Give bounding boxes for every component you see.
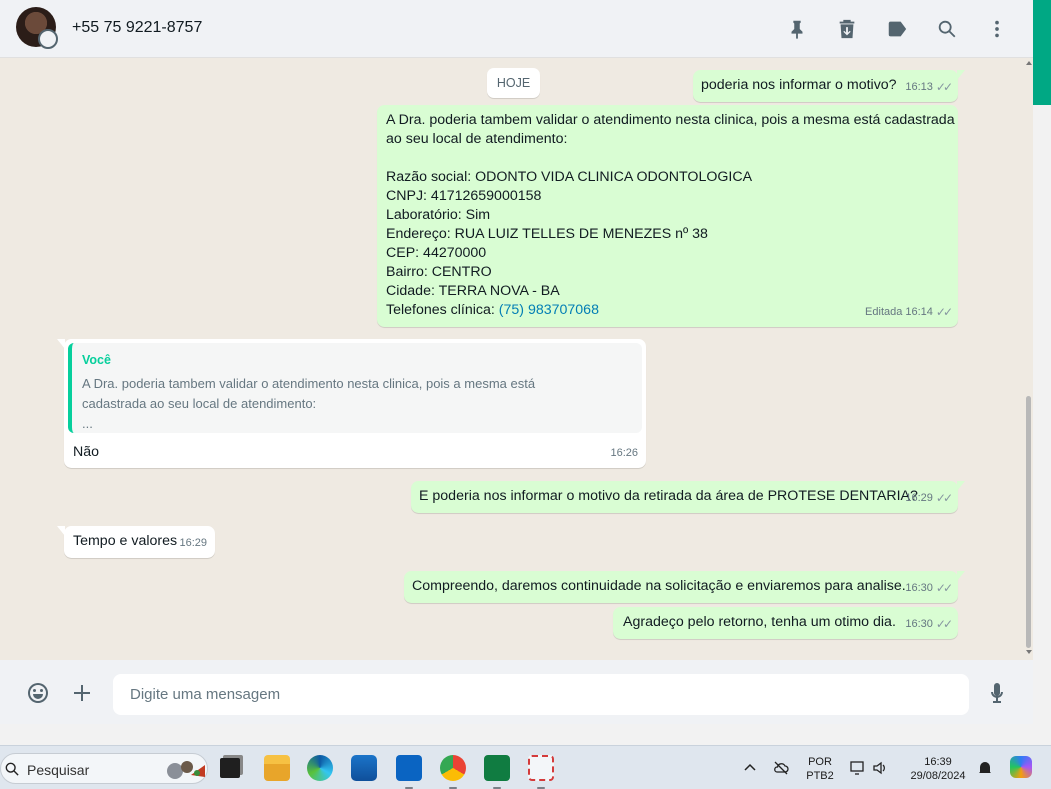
search-icon[interactable]: [934, 16, 960, 42]
bubble-tail: [957, 481, 965, 491]
chevron-up-icon[interactable]: [741, 759, 759, 777]
phone-link[interactable]: (75) 983707068: [499, 302, 599, 318]
message-in[interactable]: Você A Dra. poderia tambem validar o ate…: [57, 339, 646, 468]
scrollbar-thumb[interactable]: [1026, 396, 1031, 648]
status-badge: [38, 29, 58, 49]
message-body: A Dra. poderia tambem validar o atendime…: [386, 112, 955, 299]
message-in[interactable]: Tempo e valores 16:29: [57, 526, 215, 558]
clock[interactable]: 16:39 29/08/2024: [900, 755, 976, 783]
message-out[interactable]: Agradeço pelo retorno, tenha um otimo di…: [613, 607, 958, 639]
bubble-tail: [957, 70, 965, 80]
message-meta: 16:13 ✓✓: [905, 78, 953, 97]
message-meta: 16:26: [610, 444, 638, 463]
message-out[interactable]: A Dra. poderia tambem validar o atendime…: [377, 105, 958, 327]
message-meta: Editada 16:14 ✓✓: [865, 303, 953, 322]
message-meta: 16:29: [179, 534, 207, 553]
excel-icon[interactable]: [484, 755, 510, 781]
phone-label: Telefones clínica:: [386, 302, 499, 318]
attach-plus-icon[interactable]: [69, 680, 95, 706]
message-text: Não: [73, 444, 100, 460]
windows-taskbar: Pesquisar POR PTB2 16:39 29/08/2024: [0, 745, 1051, 789]
bubble-tail: [957, 571, 965, 581]
cloud-offline-icon[interactable]: [772, 759, 790, 777]
language-line2: PTB2: [806, 770, 834, 782]
compose-bar: [0, 660, 1033, 724]
copilot-icon[interactable]: [1010, 756, 1032, 778]
menu-icon[interactable]: [984, 16, 1010, 42]
accent-strip: [1033, 0, 1051, 105]
message-text: Compreendo, daremos continuidade na soli…: [412, 578, 906, 594]
message-meta: 16:30 ✓✓: [905, 615, 953, 634]
read-ticks-icon: ✓✓: [935, 491, 953, 505]
taskbar-search[interactable]: Pesquisar: [0, 753, 208, 784]
window-edge: [1033, 0, 1051, 745]
task-view-icon[interactable]: [220, 758, 240, 778]
pin-icon[interactable]: [784, 16, 810, 42]
label-icon[interactable]: [884, 16, 910, 42]
message-list[interactable]: HOJE poderia nos informar o motivo? 16:1…: [0, 58, 1024, 660]
chrome-icon[interactable]: [440, 755, 466, 781]
message-time: 16:30: [905, 582, 933, 594]
message-meta: 16:29 ✓✓: [905, 489, 953, 508]
read-ticks-icon: ✓✓: [935, 80, 953, 94]
chat-header: +55 75 9221-8757: [0, 0, 1033, 58]
message-out[interactable]: poderia nos informar o motivo? 16:13 ✓✓: [693, 70, 965, 102]
quote-author: Você: [82, 353, 111, 367]
quote-text: A Dra. poderia tambem validar o atendime…: [82, 376, 536, 431]
message-meta: 16:30 ✓✓: [905, 579, 953, 598]
message-text: A Dra. poderia tambem validar o atendime…: [386, 111, 955, 320]
message-text: poderia nos informar o motivo?: [701, 77, 897, 93]
scroll-up-arrow-icon[interactable]: [1026, 61, 1032, 65]
day-separator: HOJE: [487, 68, 540, 98]
message-text: Tempo e valores: [73, 533, 178, 549]
quoted-message[interactable]: Você A Dra. poderia tambem validar o ate…: [68, 343, 642, 433]
edge-icon[interactable]: [307, 755, 333, 781]
clock-time: 16:39: [924, 756, 952, 768]
volume-icon[interactable]: [871, 759, 889, 777]
language-indicator[interactable]: POR PTB2: [805, 755, 835, 783]
window-bottom-edge: [0, 724, 1051, 745]
bubble-tail: [57, 526, 65, 536]
store-icon[interactable]: [351, 755, 377, 781]
message-text: Agradeço pelo retorno, tenha um otimo di…: [623, 614, 896, 630]
network-icon[interactable]: [849, 759, 867, 777]
outlook-icon[interactable]: [396, 755, 422, 781]
message-time: 16:30: [905, 618, 933, 630]
message-time: 16:13: [905, 81, 933, 93]
archive-icon[interactable]: [834, 16, 860, 42]
snipping-tool-icon[interactable]: [528, 755, 554, 781]
message-time: 16:29: [179, 537, 207, 549]
chat-scrollbar[interactable]: [1024, 58, 1033, 660]
message-out[interactable]: E poderia nos informar o motivo da retir…: [411, 481, 965, 513]
taskbar-search-icon: [5, 762, 19, 776]
message-input[interactable]: [113, 674, 969, 715]
message-time: 16:26: [610, 447, 638, 459]
scroll-down-arrow-icon[interactable]: [1026, 650, 1032, 654]
read-ticks-icon: ✓✓: [935, 581, 953, 595]
bubble-tail: [57, 339, 65, 349]
read-ticks-icon: ✓✓: [935, 617, 953, 631]
message-out[interactable]: Compreendo, daremos continuidade na soli…: [404, 571, 965, 603]
edited-label: Editada: [865, 306, 903, 318]
read-ticks-icon: ✓✓: [935, 305, 953, 319]
message-time: 16:29: [905, 492, 933, 504]
message-text: E poderia nos informar o motivo da retir…: [419, 488, 918, 504]
language-line1: POR: [808, 756, 832, 768]
file-explorer-icon[interactable]: [264, 755, 290, 781]
clock-date: 29/08/2024: [910, 770, 966, 782]
contact-name[interactable]: +55 75 9221-8757: [72, 19, 202, 37]
search-highlight-icon: [167, 761, 205, 779]
taskbar-search-label: Pesquisar: [27, 762, 90, 778]
message-time: 16:14: [905, 306, 933, 318]
microphone-icon[interactable]: [984, 680, 1010, 706]
notifications-icon[interactable]: [976, 759, 994, 777]
emoji-icon[interactable]: [25, 680, 51, 706]
